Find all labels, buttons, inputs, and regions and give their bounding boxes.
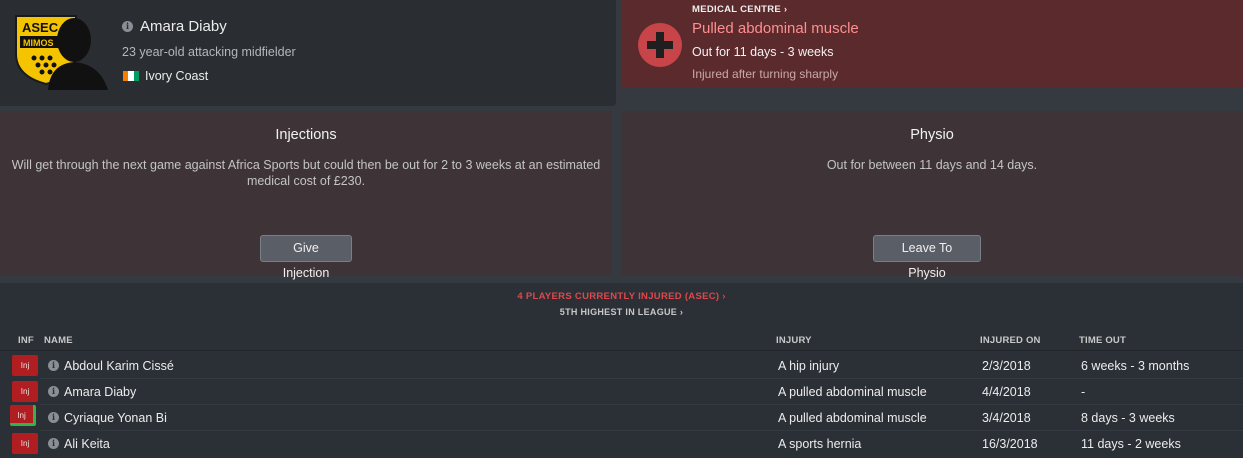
player-description: 23 year-old attacking midfielder [122,45,296,59]
column-header-injured-on[interactable]: INJURED ON [980,335,1041,346]
injury-badge: Inj [12,381,38,402]
player-card: ASEC MIMOS i Amara Diaby 23 year-old att… [0,0,616,106]
table-row[interactable]: Inj i Ali Keita A sports hernia 16/3/201… [0,431,1243,457]
info-icon[interactable]: i [48,412,59,423]
time-out-cell: 6 weeks - 3 months [1081,359,1190,373]
leave-to-physio-button[interactable]: Leave To Physio [873,235,981,280]
player-name-row: i Amara Diaby [122,18,227,35]
player-name-cell[interactable]: Ali Keita [64,437,110,451]
injections-panel: Injections Will get through the next gam… [0,111,612,280]
medical-centre-label: MEDICAL CENTRE [692,4,781,15]
chevron-right-icon: › [679,307,684,317]
chevron-right-icon: › [722,291,726,301]
player-name[interactable]: Amara Diaby [140,18,227,35]
player-name-cell[interactable]: Amara Diaby [64,385,136,399]
info-icon[interactable]: i [122,21,133,32]
injections-text: Will get through the next game against A… [11,158,601,188]
table-row[interactable]: Inj i Cyriaque Yonan Bi A pulled abdomin… [0,405,1243,431]
table-row[interactable]: Inj i Amara Diaby A pulled abdominal mus… [0,379,1243,405]
injured-count-link[interactable]: 4 PLAYERS CURRENTLY INJURED (ASEC) › [0,291,1243,302]
table-row[interactable]: Inj i Abdoul Karim Cissé A hip injury 2/… [0,353,1243,379]
header-divider [0,350,1243,351]
injured-on-cell: 3/4/2018 [982,411,1031,425]
column-header-inf[interactable]: INF [18,335,34,346]
injury-duration: Out for 11 days - 3 weeks [692,45,834,59]
injury-list: 4 PLAYERS CURRENTLY INJURED (ASEC) › 5TH… [0,283,1243,458]
give-injection-button[interactable]: Give Injection [260,235,352,280]
info-icon[interactable]: i [48,386,59,397]
info-icon[interactable]: i [48,438,59,449]
ivory-coast-flag-icon [123,71,139,81]
injured-count-label: 4 PLAYERS CURRENTLY INJURED (ASEC) [517,291,720,302]
injury-cell: A sports hernia [778,437,862,451]
column-header-name[interactable]: NAME [44,335,73,346]
injury-badge: Inj [12,433,38,454]
nationality-label[interactable]: Ivory Coast [145,69,208,83]
medical-centre-panel: MEDICAL CENTRE › Pulled abdominal muscle… [622,0,1243,87]
time-out-cell: - [1081,385,1086,399]
injured-on-cell: 4/4/2018 [982,385,1031,399]
physio-panel: Physio Out for between 11 days and 14 da… [621,111,1243,280]
injured-on-cell: 16/3/2018 [982,437,1038,451]
nationality-row: Ivory Coast [123,69,208,83]
player-name-cell[interactable]: Abdoul Karim Cissé [64,359,174,373]
injury-title: Pulled abdominal muscle [692,20,859,37]
injury-badge: Inj [12,355,38,376]
league-rank-link[interactable]: 5TH HIGHEST IN LEAGUE › [0,307,1243,317]
injury-note: Injured after turning sharply [692,67,839,81]
time-out-cell: 8 days - 3 weeks [1081,411,1175,425]
column-header-time-out[interactable]: TIME OUT [1079,335,1126,346]
time-out-cell: 11 days - 2 weeks [1081,437,1181,451]
player-name-cell[interactable]: Cyriaque Yonan Bi [64,411,167,425]
injured-on-cell: 2/3/2018 [982,359,1031,373]
chevron-right-icon: › [783,4,788,14]
injury-cell: A pulled abdominal muscle [778,385,927,399]
injury-cell: A hip injury [778,359,840,373]
info-icon[interactable]: i [48,360,59,371]
medical-centre-link[interactable]: MEDICAL CENTRE › [692,4,787,15]
column-header-injury[interactable]: INJURY [776,335,812,346]
physio-text: Out for between 11 days and 14 days. [826,158,1038,172]
league-rank-label: 5TH HIGHEST IN LEAGUE [559,307,678,317]
player-silhouette-icon [48,18,108,90]
injury-cell: A pulled abdominal muscle [778,411,927,425]
physio-title: Physio [910,127,954,143]
injections-title: Injections [275,127,337,143]
injury-badge: Inj [10,405,36,426]
medical-cross-icon [638,23,682,67]
